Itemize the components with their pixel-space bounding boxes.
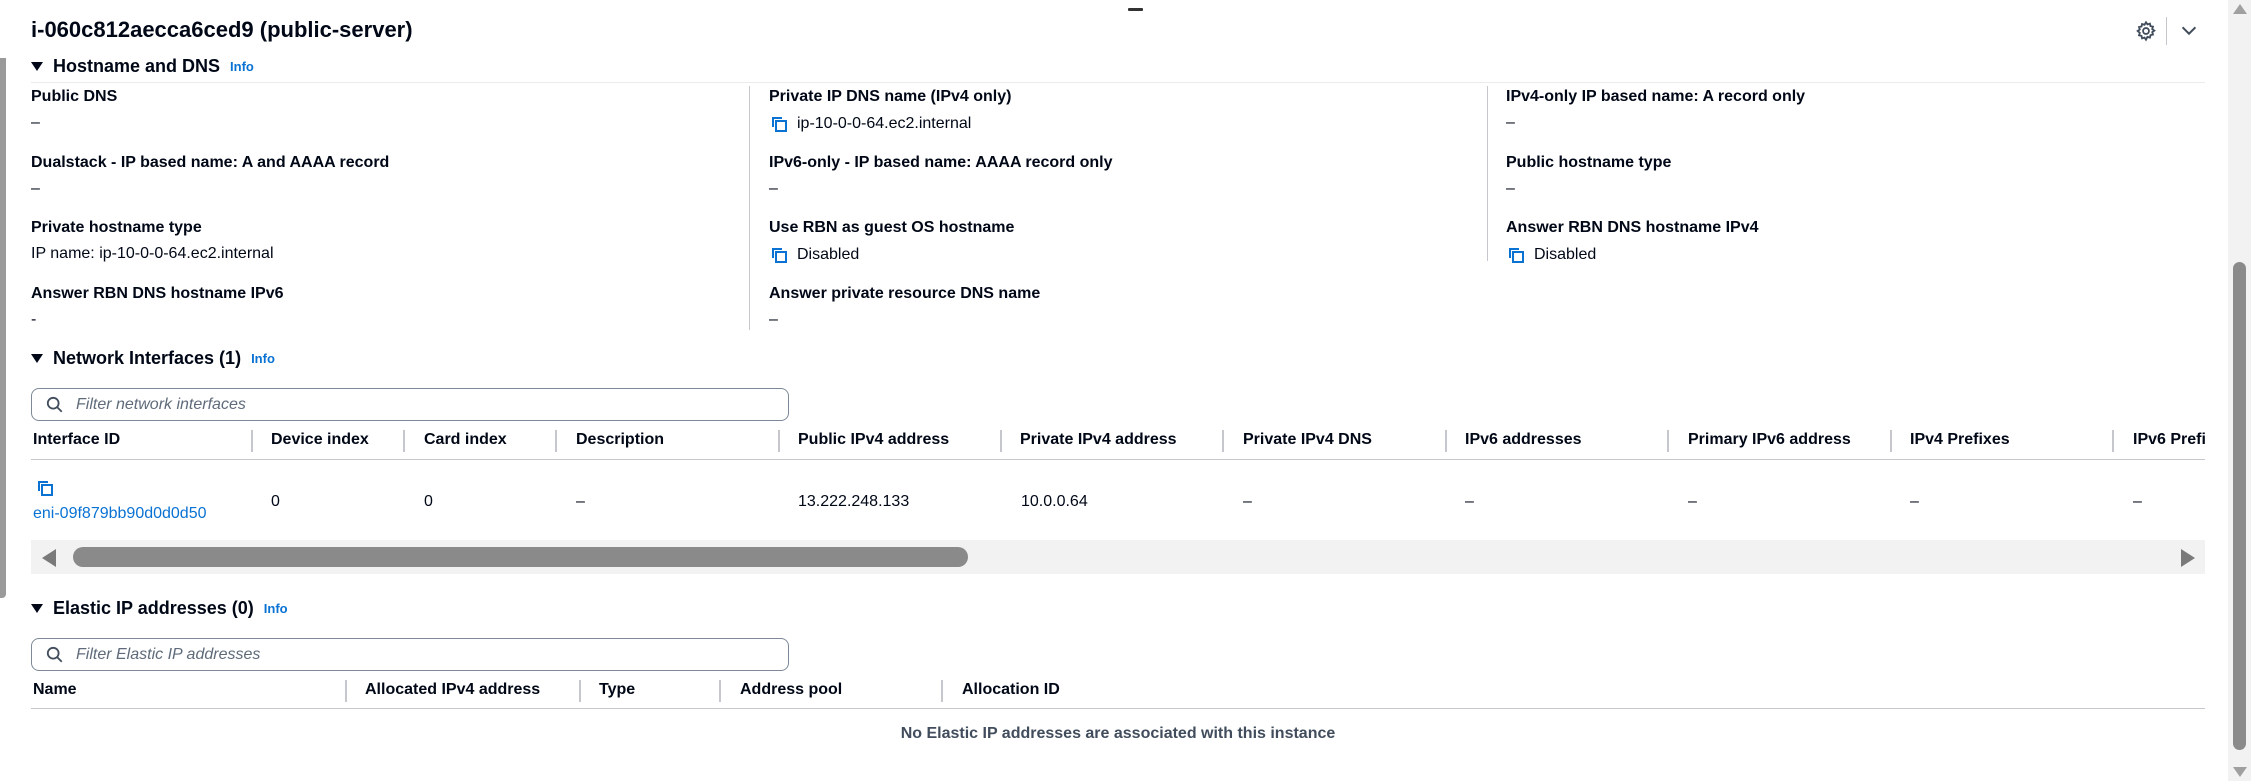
field-value: Disabled xyxy=(797,246,860,263)
column-resizer[interactable] xyxy=(1222,430,1224,452)
column-header[interactable]: IPv6 addresses xyxy=(1465,431,1582,449)
empty-state-message: No Elastic IP addresses are associated w… xyxy=(900,725,1336,742)
field-answer-rbn-ipv6: Answer RBN DNS hostname IPv6 - xyxy=(31,285,284,328)
field-answer-private-resource-dns: Answer private resource DNS name – xyxy=(769,285,1041,328)
column-header[interactable]: Private IPv4 DNS xyxy=(1243,431,1372,449)
column-divider xyxy=(749,86,750,330)
table-cell: – xyxy=(1243,493,1252,510)
column-resizer[interactable] xyxy=(2112,430,2114,452)
table-cell: 0 xyxy=(424,493,433,510)
column-header[interactable]: Device index xyxy=(271,431,369,449)
column-divider xyxy=(1487,86,1488,261)
page-scrollbar-thumb[interactable] xyxy=(2233,262,2246,750)
column-resizer[interactable] xyxy=(579,680,581,702)
column-resizer[interactable] xyxy=(555,430,557,452)
network-interfaces-filter[interactable] xyxy=(31,388,789,421)
column-header[interactable]: Card index xyxy=(424,431,507,449)
header-rule xyxy=(31,708,2205,709)
column-resizer[interactable] xyxy=(941,680,943,702)
left-scrollbar-thumb[interactable] xyxy=(0,0,6,598)
table-horizontal-scrollbar[interactable] xyxy=(31,540,2205,574)
column-header[interactable]: Public IPv4 address xyxy=(798,431,949,449)
section-rule xyxy=(31,82,2205,83)
section-title: Elastic IP addresses (0) xyxy=(53,598,254,618)
table-cell: – xyxy=(1465,493,1474,510)
field-ipv4-only-name: IPv4-only IP based name: A record only – xyxy=(1506,88,1806,131)
scroll-right-arrow-icon[interactable] xyxy=(2181,549,2195,567)
scroll-down-arrow-icon[interactable] xyxy=(2233,767,2247,777)
column-header[interactable]: Private IPv4 address xyxy=(1020,431,1177,449)
field-public-hostname-type: Public hostname type – xyxy=(1506,154,1672,197)
copy-icon[interactable] xyxy=(1506,245,1526,265)
column-header[interactable]: Primary IPv6 address xyxy=(1688,431,1851,449)
scroll-up-arrow-icon[interactable] xyxy=(2233,4,2247,14)
table-cell: – xyxy=(576,493,585,510)
table-cell: – xyxy=(1910,493,1919,510)
table-cell: 13.222.248.133 xyxy=(798,493,910,510)
column-resizer[interactable] xyxy=(1667,430,1669,452)
table-cell: 0 xyxy=(271,493,280,510)
interface-id-link[interactable]: eni-09f879bb90d0d0d50 xyxy=(33,505,207,523)
field-private-ip-dns-name: Private IP DNS name (IPv4 only) ip-10-0-… xyxy=(769,88,1012,134)
copy-icon[interactable] xyxy=(769,245,789,265)
column-resizer[interactable] xyxy=(719,680,721,702)
search-icon xyxy=(46,646,63,662)
scroll-left-arrow-icon[interactable] xyxy=(42,549,56,567)
header-rule xyxy=(31,459,2205,460)
column-header[interactable]: Description xyxy=(576,431,664,449)
field-answer-rbn-ipv4: Answer RBN DNS hostname IPv4 Disabled xyxy=(1506,219,1759,265)
table-cell: – xyxy=(1688,493,1697,510)
copy-icon[interactable] xyxy=(35,478,55,498)
column-resizer[interactable] xyxy=(1890,430,1892,452)
column-resizer[interactable] xyxy=(1445,430,1447,452)
caret-down-icon[interactable] xyxy=(31,604,43,613)
search-input[interactable] xyxy=(76,645,776,664)
scrollbar-thumb[interactable] xyxy=(73,547,968,567)
field-dualstack-name: Dualstack - IP based name: A and AAAA re… xyxy=(31,154,390,197)
column-header[interactable]: Allocation ID xyxy=(962,681,1060,699)
network-interfaces-heading[interactable]: Network Interfaces (1) Info xyxy=(31,348,275,369)
copy-icon[interactable] xyxy=(769,114,789,134)
left-scrollbar[interactable] xyxy=(0,0,8,781)
caret-down-icon[interactable] xyxy=(31,62,43,71)
column-header[interactable]: IPv6 Prefi xyxy=(2133,431,2205,449)
field-value: ip-10-0-0-64.ec2.internal xyxy=(797,115,972,132)
column-resizer[interactable] xyxy=(1000,430,1002,452)
table-cell: 10.0.0.64 xyxy=(1021,493,1088,510)
elastic-ip-filter[interactable] xyxy=(31,638,789,671)
elastic-ip-heading[interactable]: Elastic IP addresses (0) Info xyxy=(31,598,288,619)
field-private-hostname-type: Private hostname type IP name: ip-10-0-0… xyxy=(31,219,274,262)
column-header[interactable]: Name xyxy=(33,681,77,699)
field-value: Disabled xyxy=(1534,246,1597,263)
search-icon xyxy=(46,396,63,412)
column-header[interactable]: Allocated IPv4 address xyxy=(365,681,540,699)
info-link[interactable]: Info xyxy=(264,601,288,616)
column-header[interactable]: Type xyxy=(599,681,635,699)
section-title: Network Interfaces (1) xyxy=(53,348,242,368)
field-ipv6-only-name: IPv6-only - IP based name: AAAA record o… xyxy=(769,154,1113,197)
column-header[interactable]: IPv4 Prefixes xyxy=(1910,431,2010,449)
table-cell: – xyxy=(2133,493,2142,510)
field-use-rbn-guest-os: Use RBN as guest OS hostname Disabled xyxy=(769,219,1015,265)
field-public-dns: Public DNS – xyxy=(31,88,118,131)
column-header[interactable]: Address pool xyxy=(740,681,842,699)
search-input[interactable] xyxy=(76,395,776,414)
page-scrollbar[interactable] xyxy=(2228,0,2251,781)
column-header[interactable]: Interface ID xyxy=(33,431,120,449)
info-link[interactable]: Info xyxy=(251,351,275,366)
column-resizer[interactable] xyxy=(403,430,405,452)
column-resizer[interactable] xyxy=(345,680,347,702)
caret-down-icon[interactable] xyxy=(31,354,43,363)
column-resizer[interactable] xyxy=(778,430,780,452)
column-resizer[interactable] xyxy=(251,430,253,452)
